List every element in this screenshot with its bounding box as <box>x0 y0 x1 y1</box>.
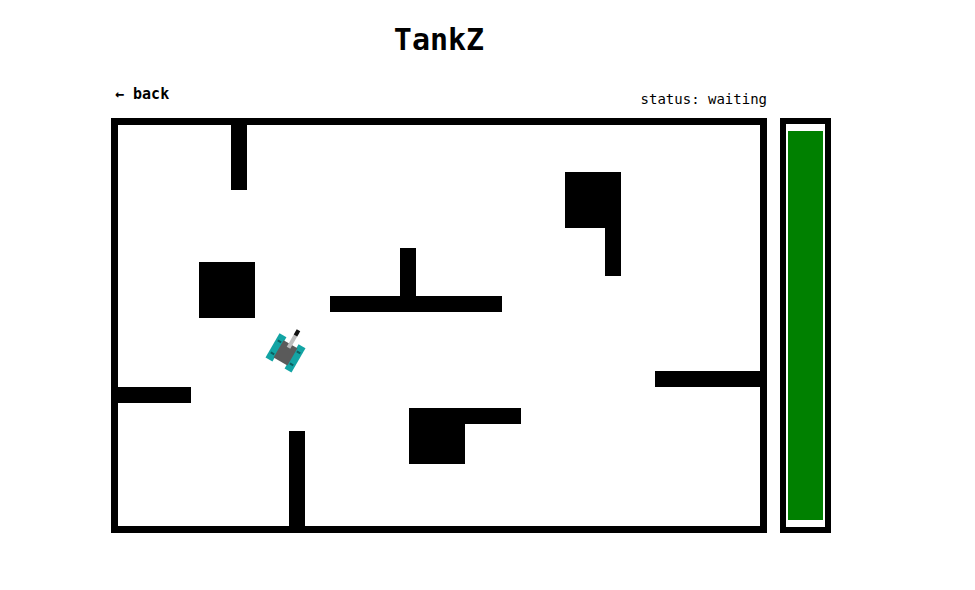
health-fill <box>788 131 823 520</box>
health-track <box>788 131 823 520</box>
wall <box>231 125 247 190</box>
tank-icon[interactable] <box>259 325 313 379</box>
wall <box>118 387 191 403</box>
wall <box>465 408 521 424</box>
wall <box>400 248 416 296</box>
wall <box>655 371 760 387</box>
wall <box>409 408 465 464</box>
wall <box>289 431 305 526</box>
game-board <box>111 118 767 533</box>
back-link[interactable]: ← back <box>111 85 169 112</box>
wall <box>199 262 255 318</box>
wall <box>565 172 621 228</box>
wall <box>605 228 621 276</box>
wall <box>330 296 502 312</box>
game-title: TankZ <box>111 22 767 58</box>
health-bar <box>780 118 831 533</box>
status-text: status: waiting <box>641 90 767 112</box>
